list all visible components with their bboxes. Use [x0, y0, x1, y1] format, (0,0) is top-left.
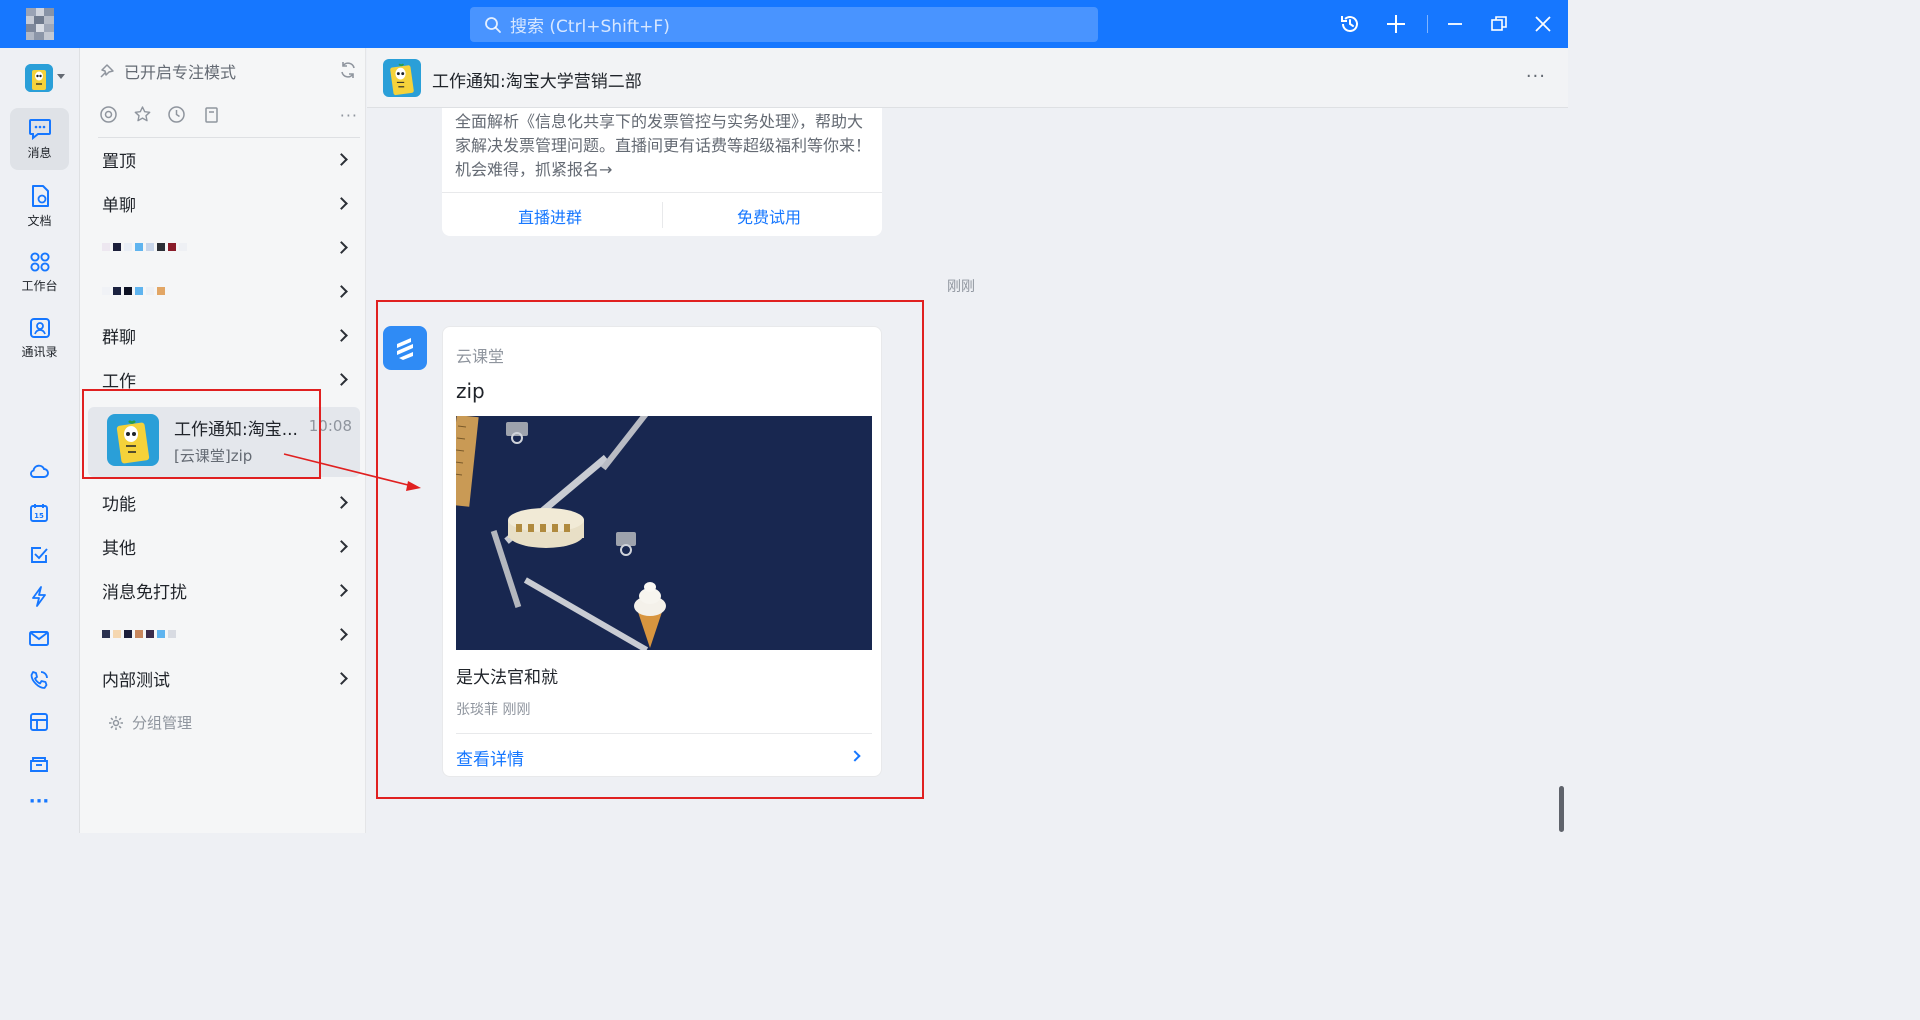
- contacts-icon: [29, 317, 50, 338]
- scrollbar[interactable]: [1559, 786, 1564, 832]
- filter-bar: ···: [98, 104, 358, 126]
- annotation-highlight-card: [376, 300, 924, 799]
- recent-icon[interactable]: [166, 104, 186, 124]
- group-other[interactable]: 其他: [102, 532, 350, 560]
- rail-label: 通讯录: [21, 344, 58, 359]
- focus-mode-label: 已开启专注模式: [124, 63, 237, 82]
- cloud-icon[interactable]: [28, 460, 50, 482]
- chat-avatar[interactable]: [383, 59, 421, 97]
- message-icon: [28, 118, 51, 140]
- chevron-right-icon: [335, 284, 348, 298]
- group-single-chat[interactable]: 单聊: [102, 189, 350, 217]
- chevron-right-icon: [335, 152, 348, 166]
- chevron-right-icon: [335, 671, 348, 685]
- rail-item-docs[interactable]: 文档: [10, 175, 69, 237]
- filter-more-icon[interactable]: ···: [340, 106, 358, 125]
- chevron-right-icon: [335, 240, 348, 254]
- group-manage-label: 分组管理: [132, 714, 193, 732]
- blurred-group-name: [102, 243, 187, 251]
- focus-mode-icon: [100, 64, 114, 78]
- mail-icon[interactable]: [28, 627, 50, 649]
- nav-rail: 消息 文档 工作台 通讯录 15 ···: [0, 48, 80, 833]
- blurred-group-name: [102, 287, 165, 295]
- rail-item-messages[interactable]: 消息: [10, 108, 69, 170]
- refresh-icon[interactable]: [338, 60, 358, 80]
- add-icon[interactable]: [1384, 12, 1408, 36]
- group-internal-test[interactable]: 内部测试: [102, 664, 350, 692]
- user-avatar[interactable]: [26, 8, 54, 40]
- chat-header: 工作通知:淘宝大学营销二部 ···: [367, 48, 1568, 108]
- todo-icon[interactable]: [28, 544, 50, 566]
- group-blurred-2[interactable]: [102, 277, 350, 305]
- rail-label: 消息: [27, 145, 52, 160]
- group-group-chat[interactable]: 群聊: [102, 321, 350, 349]
- group-label: 工作: [102, 371, 136, 392]
- phone-icon[interactable]: [28, 669, 50, 691]
- group-label: 单聊: [102, 195, 136, 216]
- star-icon[interactable]: [132, 104, 152, 124]
- group-manage-button[interactable]: 分组管理: [108, 712, 192, 733]
- group-blurred-1[interactable]: [102, 233, 350, 261]
- previous-message-card: 全面解析《信息化共享下的发票管控与实务处理》，帮助大家解决发票管理问题。直播间更…: [442, 108, 882, 236]
- title-bar: 搜索 (Ctrl+Shift+F): [0, 0, 1568, 48]
- chevron-right-icon: [335, 495, 348, 509]
- group-function[interactable]: 功能: [102, 488, 350, 516]
- annotation-highlight-conversation: [82, 389, 321, 479]
- toolbar-divider: [1427, 15, 1428, 33]
- message-timestamp: 刚刚: [947, 279, 975, 295]
- card-description: 全面解析《信息化共享下的发票管控与实务处理》，帮助大家解决发票管理问题。直播间更…: [455, 112, 872, 179]
- workbench-icon: [29, 251, 50, 272]
- svg-text:15: 15: [34, 512, 44, 520]
- chat-title: 工作通知:淘宝大学营销二部: [432, 72, 642, 92]
- group-mute[interactable]: 消息免打扰: [102, 576, 350, 604]
- more-icon[interactable]: ···: [28, 790, 50, 812]
- rail-label: 文档: [27, 213, 52, 228]
- chevron-right-icon: [335, 627, 348, 641]
- free-trial-button[interactable]: 免费试用: [737, 204, 801, 228]
- clipboard-icon[interactable]: [201, 104, 221, 124]
- divider: [442, 192, 882, 193]
- join-live-button[interactable]: 直播进群: [518, 204, 582, 228]
- search-input[interactable]: 搜索 (Ctrl+Shift+F): [470, 7, 1098, 42]
- close-icon[interactable]: [1531, 12, 1555, 36]
- ding-icon[interactable]: [28, 585, 50, 607]
- org-switch-caret-icon[interactable]: [57, 74, 65, 79]
- chevron-right-icon: [335, 583, 348, 597]
- blurred-group-name: [102, 630, 176, 638]
- folder-icon[interactable]: [28, 753, 50, 775]
- group-pinned[interactable]: 置顶: [102, 145, 350, 173]
- restore-icon[interactable]: [1487, 12, 1511, 36]
- history-icon[interactable]: [1338, 12, 1362, 36]
- apps-box-icon[interactable]: [28, 711, 50, 733]
- rail-label: 工作台: [21, 278, 58, 293]
- divider: [98, 137, 360, 138]
- calendar-icon[interactable]: 15: [28, 502, 50, 524]
- mention-icon[interactable]: [98, 104, 118, 124]
- group-label: 置顶: [102, 151, 136, 172]
- rail-item-contacts[interactable]: 通讯录: [10, 307, 69, 369]
- rail-item-workbench[interactable]: 工作台: [10, 241, 69, 303]
- focus-mode-row[interactable]: 已开启专注模式: [98, 60, 358, 82]
- divider: [662, 202, 663, 228]
- minimize-icon[interactable]: [1443, 12, 1467, 36]
- group-label: 群聊: [102, 327, 136, 348]
- group-label: 消息免打扰: [102, 582, 187, 603]
- chevron-right-icon: [335, 539, 348, 553]
- document-icon: [31, 184, 49, 207]
- search-icon: [485, 16, 501, 33]
- gear-icon: [109, 715, 123, 730]
- group-label: 功能: [102, 494, 136, 515]
- more-options-icon[interactable]: ···: [1526, 66, 1546, 87]
- org-avatar[interactable]: [25, 64, 53, 92]
- group-blurred-3[interactable]: [102, 620, 350, 648]
- chevron-right-icon: [335, 372, 348, 386]
- group-label: 其他: [102, 538, 136, 559]
- chevron-right-icon: [335, 328, 348, 342]
- chevron-right-icon: [335, 196, 348, 210]
- group-label: 内部测试: [102, 670, 170, 691]
- search-placeholder: 搜索 (Ctrl+Shift+F): [510, 17, 670, 37]
